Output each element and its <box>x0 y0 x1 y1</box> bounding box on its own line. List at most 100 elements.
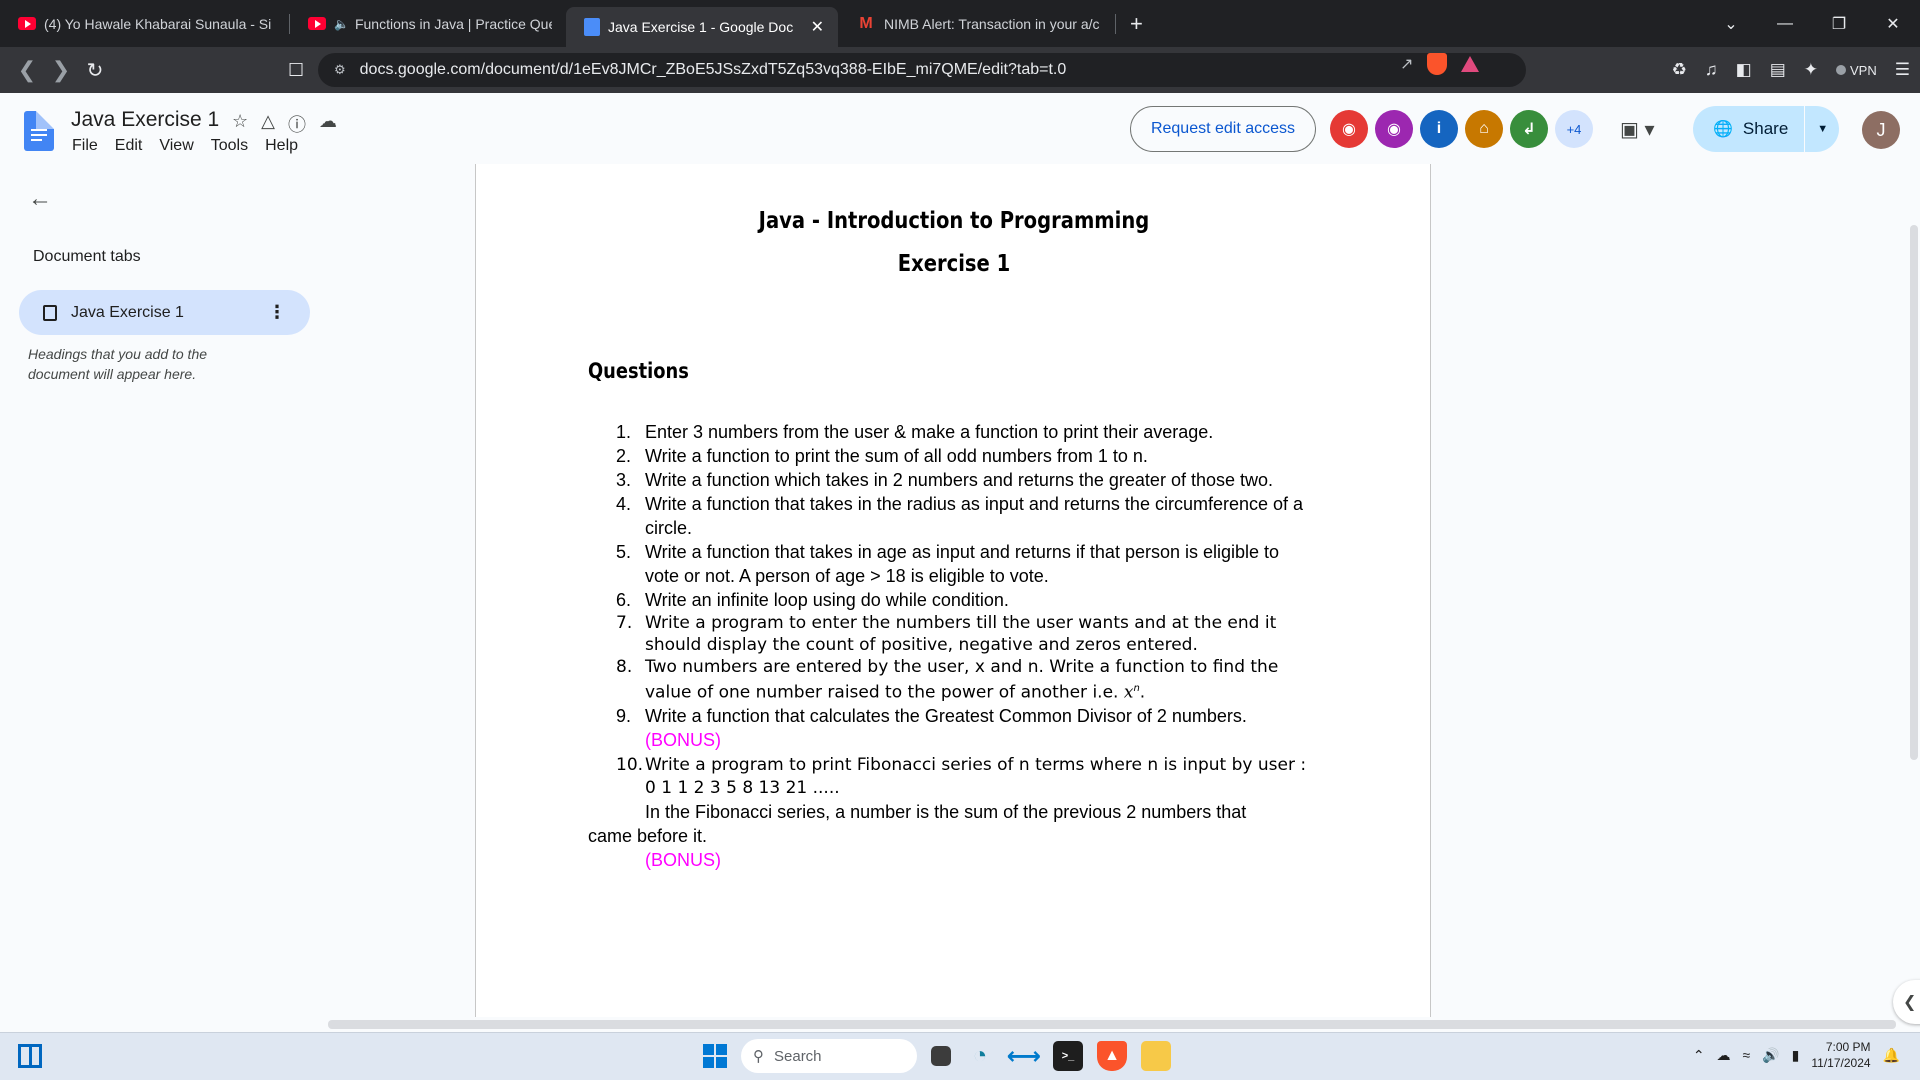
bonus-label: (BONUS) <box>645 729 721 750</box>
chevron-down-icon[interactable]: ▼ <box>1817 123 1828 135</box>
start-button[interactable] <box>703 1044 727 1068</box>
ghost-avatar[interactable]: ◉ <box>1375 110 1413 148</box>
close-window-button[interactable]: ✕ <box>1866 14 1920 34</box>
star-icon[interactable]: ☆ <box>232 111 248 137</box>
widgets-icon[interactable] <box>18 1044 42 1068</box>
list-item: 4. Write a function that takes in the ra… <box>616 494 1304 538</box>
edge-icon[interactable]: ◔ <box>965 1041 995 1071</box>
browser-tab[interactable]: (4) Yo Hawale Khabarai Sunaula - Si <box>0 0 290 47</box>
restore-button[interactable]: ❐ <box>1812 14 1866 34</box>
extensions-icon[interactable]: ♻ <box>1672 60 1687 80</box>
document-page[interactable]: Java - Introduction to Programming Exerc… <box>475 164 1431 1017</box>
dinosaur-avatar[interactable]: ↲ <box>1510 110 1548 148</box>
url-text: docs.google.com/document/d/1eEv8JMCr_ZBo… <box>359 61 1067 78</box>
document-icon <box>43 304 57 321</box>
tab-label: Functions in Java | Practice Ques <box>354 15 552 32</box>
info-avatar[interactable]: i <box>1420 110 1458 148</box>
new-tab-button[interactable]: + <box>1130 11 1143 37</box>
toolbar-extensions: ♻ ♫ ◧ ▤ ✦ VPN ☰ <box>1672 47 1910 93</box>
user-avatar[interactable]: J <box>1862 111 1900 149</box>
docs-logo-icon[interactable] <box>24 111 54 151</box>
docs-icon <box>584 18 600 36</box>
close-icon[interactable]: ✕ <box>811 17 824 37</box>
share-button[interactable]: 🌐 Share ▼ <box>1693 106 1839 152</box>
battery-icon[interactable]: ▮ <box>1792 1047 1800 1064</box>
search-placeholder: Search <box>774 1047 822 1065</box>
list-item: 9. Write a function that calculates the … <box>616 705 1247 750</box>
menu-icon[interactable]: ☰ <box>1895 60 1910 80</box>
bookmark-icon[interactable]: ☐ <box>288 60 304 81</box>
castle-avatar[interactable]: ⌂ <box>1465 110 1503 148</box>
terminal-icon[interactable]: >_ <box>1053 1041 1083 1071</box>
list-item: 6. Write an infinite loop using do while… <box>616 590 1009 610</box>
forward-icon[interactable]: ❯ <box>44 57 78 83</box>
wifi-icon[interactable]: ≈ <box>1743 1047 1751 1063</box>
minimize-button[interactable]: — <box>1758 15 1812 33</box>
menu-help[interactable]: Help <box>265 137 298 155</box>
more-collaborators[interactable]: +4 <box>1555 110 1593 148</box>
wallet-icon[interactable]: ▤ <box>1770 60 1786 80</box>
list-item: 7. Write a program to enter the numbers … <box>616 613 1277 655</box>
document-tab-item[interactable]: Java Exercise 1 ⋮ <box>19 290 310 335</box>
document-title[interactable]: Java Exercise 1 <box>71 108 219 132</box>
brave-rewards-icon[interactable] <box>1461 56 1480 72</box>
share-page-icon[interactable]: ↗ <box>1400 54 1413 74</box>
request-edit-access-button[interactable]: Request edit access <box>1130 106 1316 152</box>
task-view-icon[interactable] <box>931 1046 951 1066</box>
gmail-icon: M <box>859 14 873 32</box>
taskbar-search[interactable]: ⚲ Search <box>741 1039 917 1073</box>
move-to-drive-icon[interactable]: △ <box>261 111 275 137</box>
document-subheading: Exercise 1 <box>897 251 1011 277</box>
browser-tab[interactable]: M NIMB Alert: Transaction in your a/c <box>838 0 1116 47</box>
vpn-button[interactable]: VPN <box>1836 63 1877 78</box>
browser-tab-active[interactable]: Java Exercise 1 - Google Docs ✕ <box>566 7 838 47</box>
system-tray: ⌃ ☁ ≈ 🔊 ▮ 7:00 PM 11/17/2024 🔔 <box>1693 1039 1900 1071</box>
info-icon[interactable]: ⓘ <box>288 111 306 137</box>
list-item: 2. Write a function to print the sum of … <box>616 446 1148 466</box>
headings-hint: Headings that you add to the document wi… <box>28 346 208 382</box>
site-settings-icon[interactable]: ⚙ <box>334 62 346 78</box>
file-explorer-icon[interactable] <box>1141 1041 1171 1071</box>
menu-edit[interactable]: Edit <box>115 137 143 155</box>
notification-icon[interactable]: 🔔 <box>1883 1047 1900 1064</box>
media-icon[interactable]: ♫ <box>1705 60 1718 80</box>
browser-tab[interactable]: 🔈 Functions in Java | Practice Ques <box>290 0 566 47</box>
volume-icon[interactable]: 🔊 <box>1762 1047 1779 1064</box>
vscode-icon[interactable]: ⟷ <box>1007 1041 1041 1071</box>
bonus-label: (BONUS) <box>645 849 721 870</box>
list-item: 1. Enter 3 numbers from the user & make … <box>616 422 1214 442</box>
document-tab-label: Java Exercise 1 <box>71 303 184 321</box>
vertical-scrollbar[interactable] <box>1910 225 1918 760</box>
taskbar: ⚲ Search ◔ ⟷ >_ ▲ ⌃ ☁ ≈ 🔊 ▮ 7:00 PM 11/1… <box>0 1032 1920 1080</box>
sidebar-icon[interactable]: ◧ <box>1736 60 1752 80</box>
browser-toolbar: ❮ ❯ ↻ ☐ ⚙ docs.google.com/document/d/1eE… <box>0 47 1920 93</box>
title-actions: ☆ △ ⓘ ☁ <box>232 111 337 137</box>
brave-icon[interactable]: ▲ <box>1097 1041 1127 1071</box>
show-hidden-icons[interactable]: ⌃ <box>1693 1047 1705 1064</box>
collaborator-avatars: ◉ ◉ i ⌂ ↲ +4 <box>1330 110 1593 148</box>
fibonacci-sequence: 0 1 1 2 3 5 8 13 21 ..... <box>645 777 840 798</box>
leo-ai-icon[interactable]: ✦ <box>1804 60 1818 80</box>
onedrive-icon[interactable]: ☁ <box>1717 1047 1731 1064</box>
address-bar[interactable]: ⚙ docs.google.com/document/d/1eEv8JMCr_Z… <box>318 53 1526 87</box>
back-arrow-icon[interactable]: ← <box>28 185 52 213</box>
menu-file[interactable]: File <box>72 137 98 155</box>
back-icon[interactable]: ❮ <box>10 57 44 83</box>
meet-icon[interactable]: ▣ ▾ <box>1620 117 1655 142</box>
tab-search-icon[interactable]: ⌄ <box>1704 14 1758 34</box>
more-options-icon[interactable]: ⋮ <box>268 302 286 323</box>
brave-shields-icon[interactable] <box>1427 53 1448 75</box>
fibonacci-note: In the Fibonacci series, a number is the… <box>645 801 1247 822</box>
clock[interactable]: 7:00 PM 11/17/2024 <box>1811 1039 1870 1071</box>
youtube-icon <box>18 17 36 30</box>
horizontal-scrollbar[interactable] <box>328 1020 1896 1029</box>
menu-view[interactable]: View <box>159 137 193 155</box>
window-controls: ⌄ — ❐ ✕ <box>1704 0 1920 47</box>
cloud-status-icon[interactable]: ☁ <box>319 111 337 137</box>
side-panel-toggle[interactable]: ❮ <box>1893 980 1920 1024</box>
fibonacci-note-cont: came before it. <box>588 825 708 846</box>
document-tabs-label: Document tabs <box>33 248 141 265</box>
elephant-avatar[interactable]: ◉ <box>1330 110 1368 148</box>
menu-tools[interactable]: Tools <box>211 137 248 155</box>
reload-icon[interactable]: ↻ <box>78 58 112 83</box>
